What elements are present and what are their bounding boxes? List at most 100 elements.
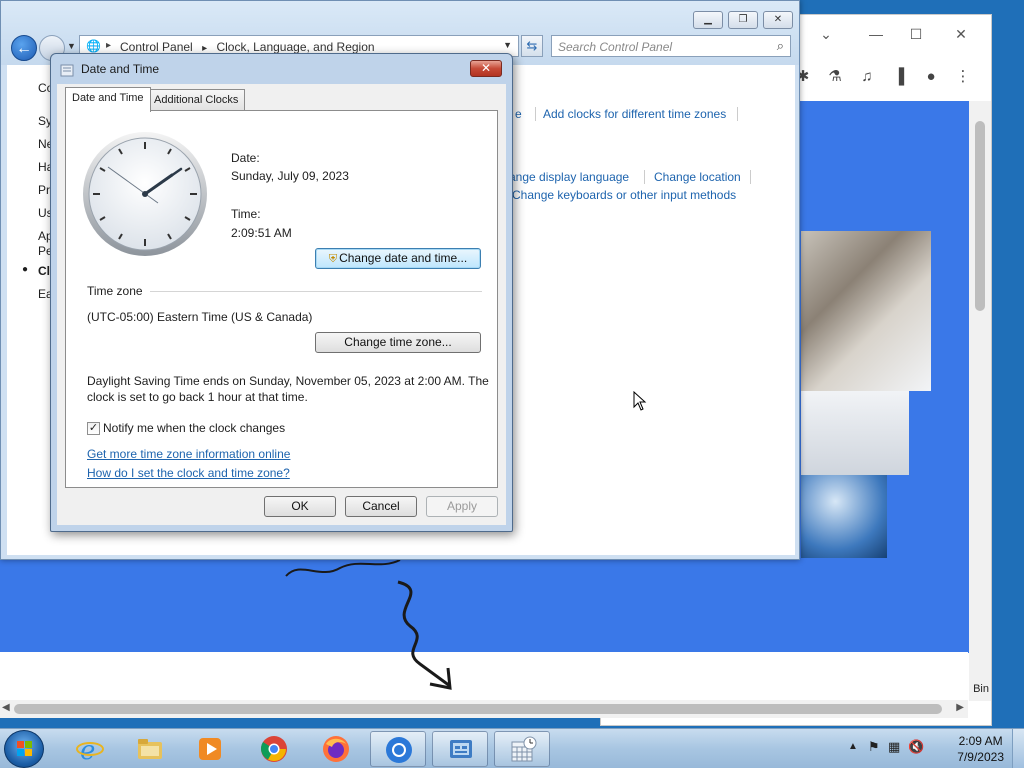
current-item-bullet-icon: ● bbox=[22, 264, 29, 275]
scrollbar-thumb[interactable] bbox=[975, 121, 985, 311]
cp-close-button[interactable]: ✕ bbox=[763, 11, 793, 29]
search-input[interactable]: Search Control Panel ⌕ bbox=[551, 35, 791, 57]
address-dropdown-icon[interactable]: ▼ bbox=[503, 40, 512, 50]
minimize-button[interactable]: — bbox=[856, 23, 896, 45]
dialog-title: Date and Time bbox=[81, 62, 160, 76]
refresh-icon[interactable]: ⇆ bbox=[521, 35, 543, 57]
apply-button[interactable]: Apply bbox=[426, 496, 498, 517]
browser-toolbar: ✱ ⚗ ♫ ▐ ● ⋮ bbox=[791, 63, 991, 93]
link-time-zone-info[interactable]: Get more time zone information online bbox=[87, 447, 290, 461]
cp-restore-button[interactable]: ❐ bbox=[728, 11, 758, 29]
profile-icon[interactable]: ● bbox=[921, 67, 941, 87]
lynx-photo bbox=[801, 231, 931, 391]
search-placeholder: Search Control Panel bbox=[558, 40, 673, 54]
time-label: Time: bbox=[231, 207, 261, 221]
start-button[interactable] bbox=[4, 730, 44, 768]
link-change-location[interactable]: Change location bbox=[654, 170, 741, 184]
taskbar-chromium[interactable] bbox=[370, 731, 426, 767]
volume-muted-icon[interactable]: 🔇 bbox=[908, 739, 924, 755]
control-panel-icon bbox=[450, 740, 472, 758]
dst-notice-line1: Daylight Saving Time ends on Sunday, Nov… bbox=[87, 374, 489, 388]
cp-minimize-button[interactable]: ▁ bbox=[693, 11, 723, 29]
breadcrumb[interactable]: Control Panel ▸ Clock, Language, and Reg… bbox=[120, 40, 375, 54]
taskbar: e ▲ ⚑ ▦ 🔇 2:09 AM 7/9/2023 bbox=[0, 728, 1024, 768]
breadcrumb-item[interactable]: Clock, Language, and Region bbox=[216, 40, 374, 54]
breadcrumb-chevron-icon[interactable]: ▸ bbox=[106, 40, 111, 51]
cancel-button[interactable]: Cancel bbox=[345, 496, 417, 517]
change-date-time-label: Change date and time... bbox=[339, 251, 468, 265]
notify-checkbox[interactable]: ✓ bbox=[87, 422, 100, 435]
tab-additional-clocks[interactable]: Additional Clocks bbox=[147, 89, 246, 111]
tab-panel: Date: Sunday, July 09, 2023 Time: 2:09:5… bbox=[65, 110, 498, 488]
time-value: 2:09:51 AM bbox=[231, 226, 292, 240]
playlist-icon[interactable]: ♫ bbox=[857, 67, 877, 87]
link-separator bbox=[644, 170, 645, 184]
dialog-body: Date and Time Additional Clocks Date: Su… bbox=[57, 84, 506, 525]
link-change-keyboards[interactable]: Change keyboards or other input methods bbox=[512, 188, 736, 202]
bin-label: Bin bbox=[973, 683, 989, 695]
flask-icon[interactable]: ⚗ bbox=[825, 67, 845, 87]
link-change-display-language[interactable]: ange display language bbox=[509, 170, 629, 184]
horizontal-scrollbar[interactable]: ◀ ▶ bbox=[0, 700, 968, 718]
control-panel-icon: 🌐 bbox=[86, 39, 101, 53]
taskbar-file-explorer[interactable] bbox=[122, 731, 178, 767]
scroll-left-icon[interactable]: ◀ bbox=[2, 702, 10, 713]
page-blue-area bbox=[0, 558, 968, 652]
show-hidden-icons-icon[interactable]: ▲ bbox=[848, 741, 858, 752]
taskbar-media-player[interactable] bbox=[182, 731, 238, 767]
change-time-zone-button[interactable]: Change time zone... bbox=[315, 332, 481, 353]
taskbar-date-and-time[interactable] bbox=[494, 731, 550, 767]
internet-explorer-icon: e bbox=[76, 736, 104, 763]
maximize-button[interactable]: ☐ bbox=[896, 23, 936, 45]
link-separator bbox=[535, 107, 536, 121]
time-zone-heading: Time zone bbox=[87, 284, 143, 298]
ok-button[interactable]: OK bbox=[264, 496, 336, 517]
chromium-icon bbox=[386, 737, 412, 763]
tab-dropdown-icon[interactable]: ⌄ bbox=[806, 23, 846, 45]
clock-icon bbox=[60, 64, 74, 77]
sidebar-icon[interactable]: ▐ bbox=[889, 67, 909, 87]
taskbar-firefox[interactable] bbox=[308, 731, 364, 767]
dialog-close-button[interactable]: ✕ bbox=[470, 60, 502, 77]
taskbar-control-panel[interactable] bbox=[432, 731, 488, 767]
change-date-time-button[interactable]: ⛨ Change date and time... bbox=[315, 248, 481, 269]
nav-item-current[interactable]: Cl bbox=[38, 264, 50, 278]
show-desktop-button[interactable] bbox=[1012, 729, 1024, 768]
more-icon[interactable]: ⋮ bbox=[953, 67, 973, 87]
calendar-clock-icon bbox=[511, 736, 537, 762]
scroll-right-icon[interactable]: ▶ bbox=[956, 702, 964, 713]
breadcrumb-item[interactable]: Control Panel bbox=[120, 40, 193, 54]
taskbar-internet-explorer[interactable]: e bbox=[62, 731, 118, 767]
date-label: Date: bbox=[231, 151, 260, 165]
folder-icon bbox=[138, 739, 162, 759]
firefox-icon bbox=[323, 736, 349, 762]
link-partial[interactable]: e bbox=[515, 107, 522, 121]
system-tray: ▲ ⚑ ▦ 🔇 2:09 AM 7/9/2023 bbox=[834, 729, 1024, 768]
link-how-set-clock[interactable]: How do I set the clock and time zone? bbox=[87, 466, 290, 480]
recent-pages-icon[interactable]: ▼ bbox=[67, 41, 76, 51]
media-player-icon bbox=[199, 738, 221, 760]
date-value: Sunday, July 09, 2023 bbox=[231, 169, 349, 183]
nav-item[interactable]: Pr bbox=[38, 183, 50, 197]
search-icon[interactable]: ⌕ bbox=[777, 38, 784, 54]
clock-date: 7/9/2023 bbox=[957, 750, 1004, 764]
link-add-clocks[interactable]: Add clocks for different time zones bbox=[543, 107, 726, 121]
hscroll-thumb[interactable] bbox=[14, 704, 942, 714]
notify-label: Notify me when the clock changes bbox=[103, 421, 286, 435]
chrome-icon bbox=[261, 736, 287, 762]
vertical-scrollbar[interactable] bbox=[969, 101, 991, 701]
back-arrow-icon[interactable]: ← bbox=[11, 35, 37, 61]
link-separator bbox=[737, 107, 738, 121]
taskbar-clock[interactable]: 2:09 AM 7/9/2023 bbox=[957, 733, 1004, 765]
network-icon[interactable]: ▦ bbox=[888, 739, 900, 755]
tab-date-and-time[interactable]: Date and Time bbox=[65, 87, 151, 112]
earth-photo bbox=[801, 475, 887, 563]
action-center-flag-icon[interactable]: ⚑ bbox=[868, 739, 880, 755]
date-time-dialog: Date and Time ✕ Date and Time Additional… bbox=[50, 53, 513, 532]
taskbar-chrome[interactable] bbox=[246, 731, 302, 767]
windows-logo-icon bbox=[17, 741, 32, 756]
svg-text:e: e bbox=[80, 736, 95, 763]
mouse-cursor-icon bbox=[633, 391, 647, 411]
close-button[interactable]: ✕ bbox=[941, 23, 981, 45]
divider bbox=[150, 291, 482, 292]
